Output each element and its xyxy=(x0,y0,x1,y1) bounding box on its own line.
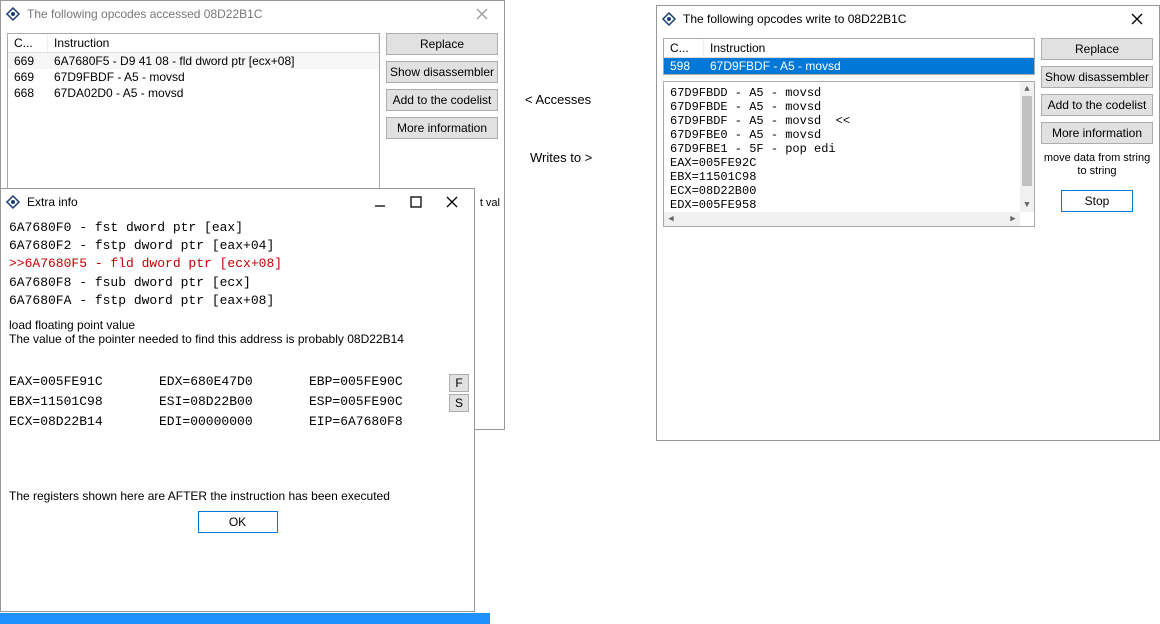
registers-footer-note: The registers shown here are AFTER the i… xyxy=(9,489,466,503)
opcode-row[interactable]: 669 6A7680F5 - D9 41 08 - fld dword ptr … xyxy=(8,53,379,69)
column-instruction[interactable]: Instruction xyxy=(48,34,379,52)
writes-label: Writes to > xyxy=(530,150,592,165)
disassembly-context: 6A7680F0 - fst dword ptr [eax] 6A7680F2 … xyxy=(9,219,466,310)
opcode-row[interactable]: 668 67DA02D0 - A5 - movsd xyxy=(8,85,379,101)
show-disassembler-button[interactable]: Show disassembler xyxy=(386,61,498,83)
registers-grid: EAX=005FE91C EDX=680E47D0 EBP=005FE90C F… xyxy=(9,374,466,429)
reg-eip: EIP=6A7680F8 xyxy=(309,414,449,429)
more-information-button[interactable]: More information xyxy=(1041,122,1153,144)
minimize-icon[interactable] xyxy=(362,190,398,214)
titlebar[interactable]: The following opcodes accessed 08D22B1C xyxy=(1,1,504,27)
opcode-row[interactable]: 669 67D9FBDF - A5 - movsd xyxy=(8,69,379,85)
maximize-icon[interactable] xyxy=(398,190,434,214)
column-count[interactable]: C... xyxy=(8,34,48,52)
scroll-up-icon[interactable]: ▲ xyxy=(1020,82,1034,96)
reg-ebx: EBX=11501C98 xyxy=(9,394,159,412)
reg-esp: ESP=005FE90C xyxy=(309,394,449,412)
reg-esi: ESI=08D22B00 xyxy=(159,394,309,412)
window-title: The following opcodes write to 08D22B1C xyxy=(683,12,1119,26)
pointer-hint: The value of the pointer needed to find … xyxy=(9,332,466,346)
stop-button[interactable]: Stop xyxy=(1061,190,1133,212)
opcode-hint: move data from string to string xyxy=(1041,152,1153,178)
close-icon[interactable] xyxy=(464,2,500,26)
extra-info-window: Extra info 6A7680F0 - fst dword ptr [eax… xyxy=(0,188,475,612)
add-to-codelist-button[interactable]: Add to the codelist xyxy=(1041,94,1153,116)
stack-button[interactable]: S xyxy=(449,394,469,412)
opcodes-write-window: The following opcodes write to 08D22B1C … xyxy=(656,5,1160,441)
column-instruction[interactable]: Instruction xyxy=(704,39,1034,57)
opcode-list[interactable]: C... Instruction 669 6A7680F5 - D9 41 08… xyxy=(7,33,380,193)
close-icon[interactable] xyxy=(434,190,470,214)
replace-button[interactable]: Replace xyxy=(1041,38,1153,60)
reg-eax: EAX=005FE91C xyxy=(9,374,159,392)
scroll-left-icon[interactable]: ◀ xyxy=(664,212,678,226)
cheat-engine-icon xyxy=(5,194,21,210)
cheat-engine-icon xyxy=(5,6,21,22)
show-disassembler-button[interactable]: Show disassembler xyxy=(1041,66,1153,88)
titlebar[interactable]: The following opcodes write to 08D22B1C xyxy=(657,6,1159,32)
disassembly-preview[interactable]: 67D9FBDD - A5 - movsd 67D9FBDE - A5 - mo… xyxy=(663,81,1035,227)
close-icon[interactable] xyxy=(1119,7,1155,31)
vertical-scrollbar[interactable]: ▲ ▼ xyxy=(1020,82,1034,212)
reg-ecx: ECX=08D22B14 xyxy=(9,414,159,429)
reg-edi: EDI=00000000 xyxy=(159,414,309,429)
hint-fragment: t val xyxy=(480,197,500,209)
opcode-description: load floating point value xyxy=(9,318,466,332)
add-to-codelist-button[interactable]: Add to the codelist xyxy=(386,89,498,111)
scroll-thumb[interactable] xyxy=(1022,96,1032,186)
ok-button[interactable]: OK xyxy=(198,511,278,533)
scroll-down-icon[interactable]: ▼ xyxy=(1020,198,1034,212)
background-fragment xyxy=(0,613,490,624)
titlebar[interactable]: Extra info xyxy=(1,189,474,215)
scroll-right-icon[interactable]: ▶ xyxy=(1006,212,1020,226)
replace-button[interactable]: Replace xyxy=(386,33,498,55)
accesses-label: < Accesses xyxy=(525,92,591,107)
reg-edx: EDX=680E47D0 xyxy=(159,374,309,392)
reg-ebp: EBP=005FE90C xyxy=(309,374,449,392)
more-information-button[interactable]: More information xyxy=(386,117,498,139)
horizontal-scrollbar[interactable]: ◀ ▶ xyxy=(664,212,1020,226)
opcode-list[interactable]: C... Instruction 598 67D9FBDF - A5 - mov… xyxy=(663,38,1035,75)
column-count[interactable]: C... xyxy=(664,39,704,57)
window-title: Extra info xyxy=(27,195,362,209)
window-title: The following opcodes accessed 08D22B1C xyxy=(27,7,464,21)
fpu-button[interactable]: F xyxy=(449,374,469,392)
cheat-engine-icon xyxy=(661,11,677,27)
opcode-row[interactable]: 598 67D9FBDF - A5 - movsd xyxy=(664,58,1034,74)
